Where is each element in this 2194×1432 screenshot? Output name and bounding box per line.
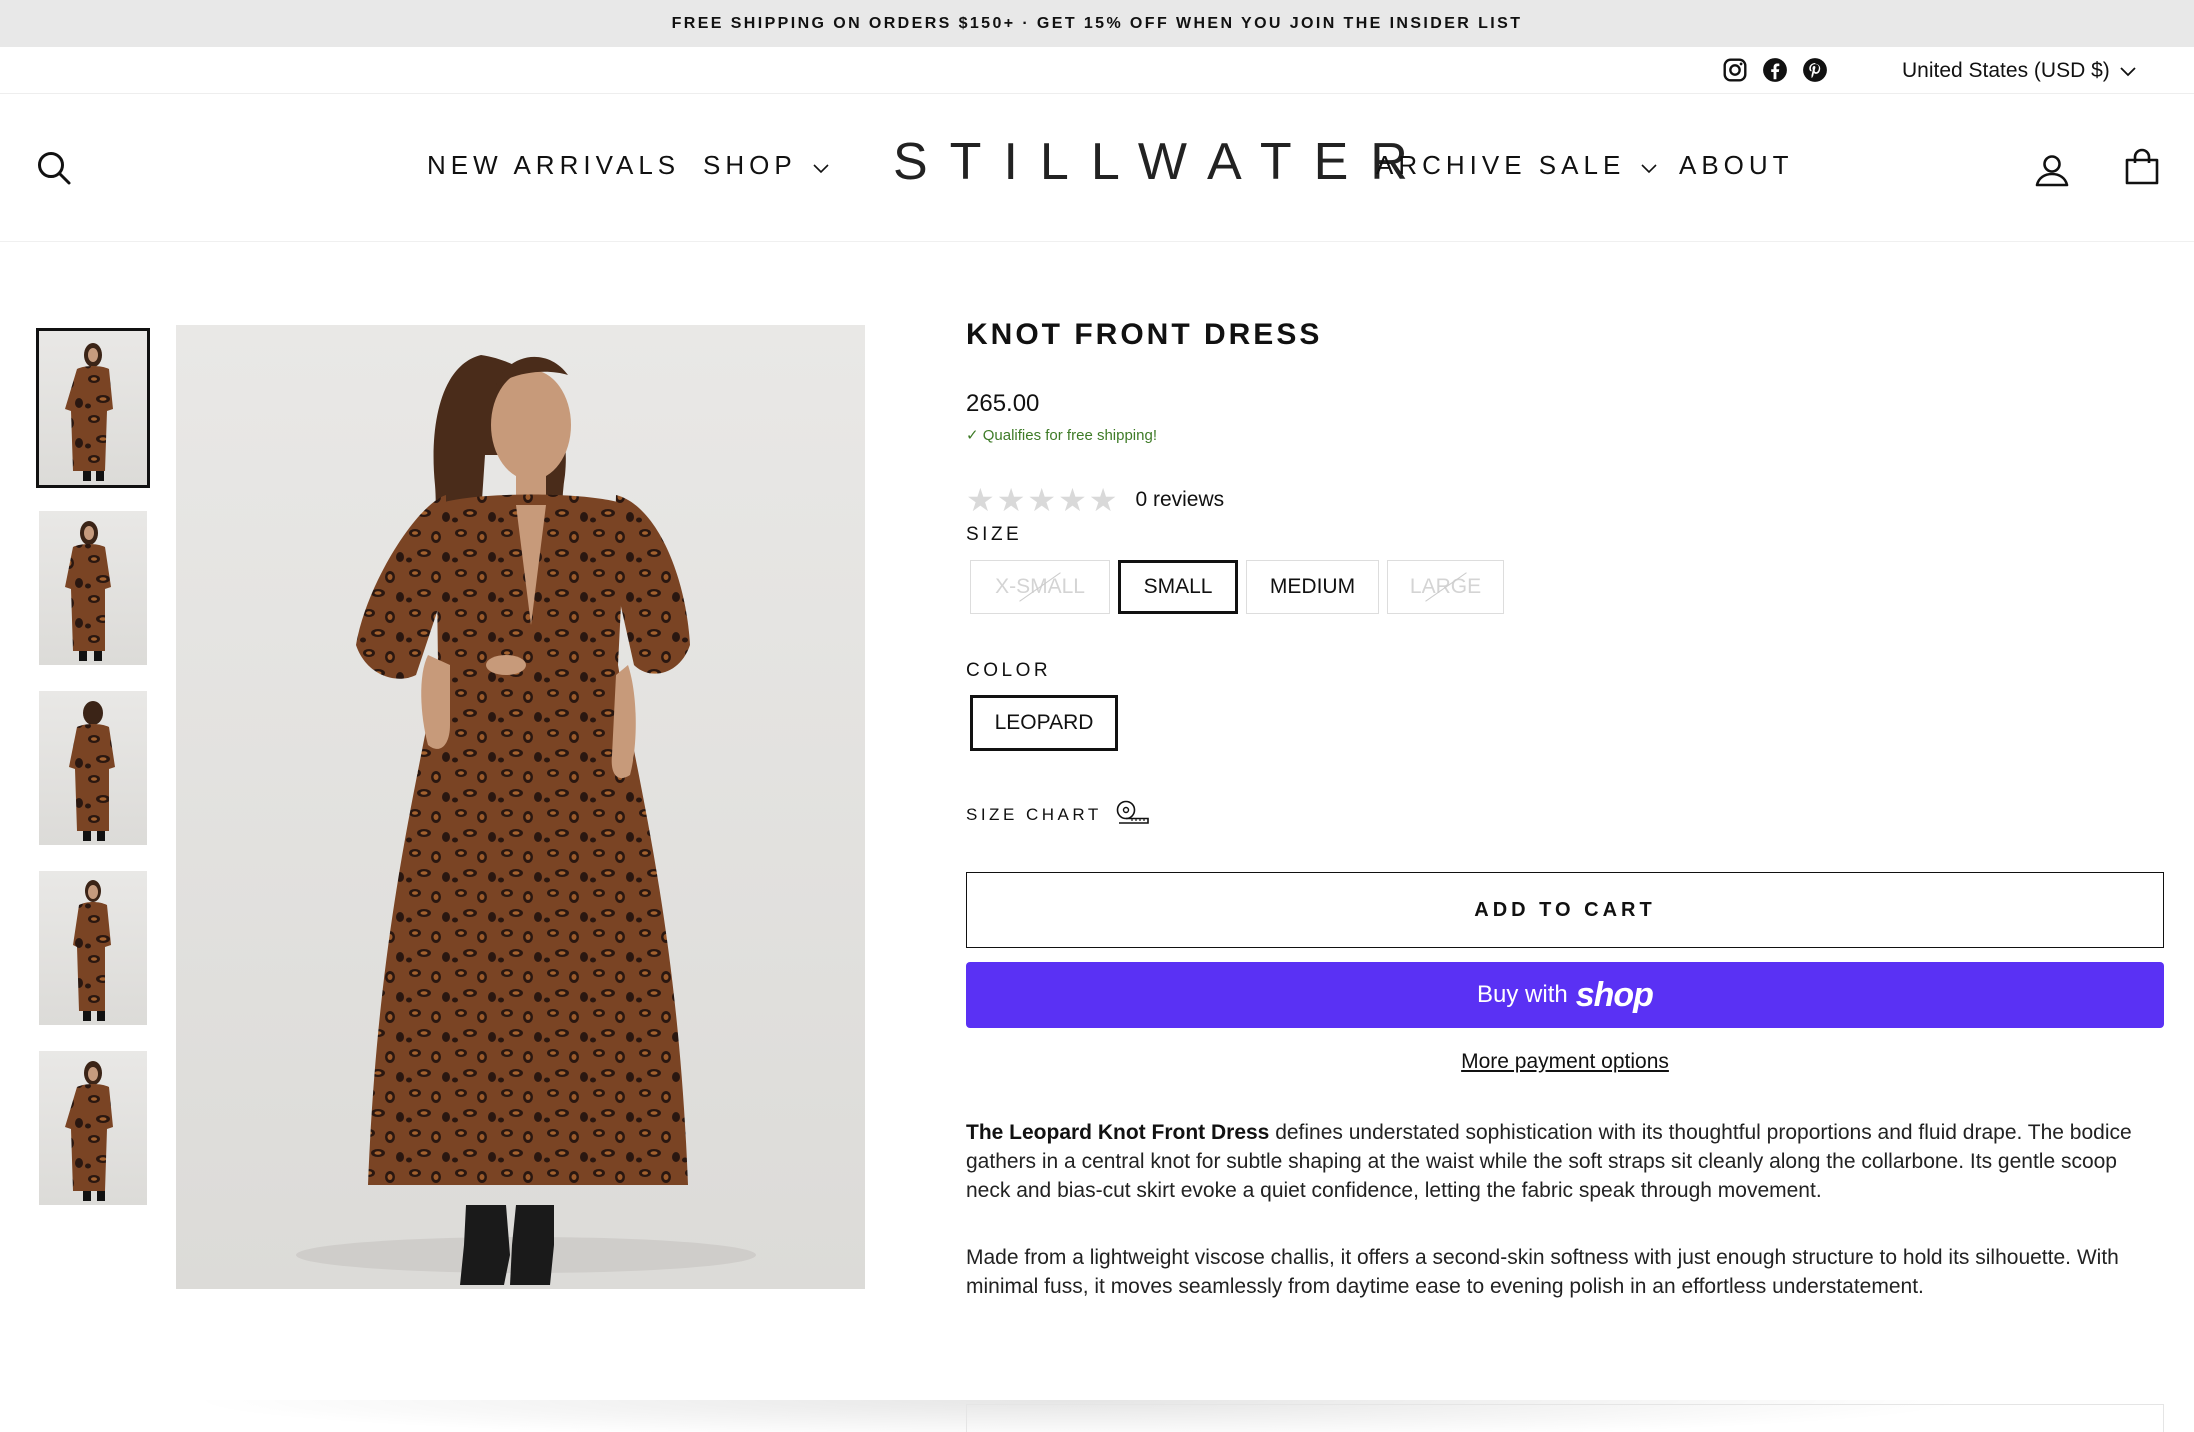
color-label: COLOR: [966, 660, 1052, 681]
nav-shop-label: SHOP: [703, 150, 797, 180]
size-chart-label: SIZE CHART: [966, 804, 1102, 824]
announcement-bar: FREE SHIPPING ON ORDERS $150+ · GET 15% …: [0, 0, 2194, 47]
thumbnail-1[interactable]: [36, 328, 150, 488]
facebook-icon[interactable]: [1762, 57, 1788, 83]
nav-about-label: ABOUT: [1679, 150, 1794, 180]
product-main-image[interactable]: [176, 325, 865, 1289]
size-options: X-SMALL SMALL MEDIUM LARGE: [970, 560, 1504, 614]
size-option-medium[interactable]: MEDIUM: [1246, 560, 1379, 614]
star-icon: ★: [1088, 482, 1118, 518]
star-icon: ★: [1058, 482, 1087, 518]
color-option-leopard[interactable]: LEOPARD: [970, 695, 1118, 751]
search-icon[interactable]: [36, 150, 72, 191]
nav-archive-sale[interactable]: ARCHIVE SALE: [1376, 150, 1657, 181]
nav-new-arrivals[interactable]: NEW ARRIVALS: [427, 150, 680, 181]
more-payment-options: More payment options: [966, 1050, 2164, 1074]
chevron-down-icon: [2120, 59, 2136, 83]
description-highlight: The Leopard Knot Front Dress: [966, 1121, 1270, 1144]
brand-logo[interactable]: STILLWATER: [893, 132, 1430, 192]
accordion-panel[interactable]: [966, 1404, 2164, 1432]
site-header: NEW ARRIVALS SHOP STILLWATER ARCHIVE SAL…: [0, 94, 2194, 242]
nav-shop[interactable]: SHOP: [703, 150, 829, 181]
nav-new-arrivals-label: NEW ARRIVALS: [427, 150, 681, 180]
chevron-down-icon: [1641, 150, 1657, 181]
pinterest-icon[interactable]: [1802, 57, 1828, 83]
star-icon: ★: [966, 482, 995, 518]
measuring-tape-icon: [1116, 800, 1150, 829]
thumbnail-5[interactable]: [36, 1048, 150, 1208]
size-label: SIZE: [966, 524, 1023, 545]
announcement-text: FREE SHIPPING ON ORDERS $150+ · GET 15% …: [671, 14, 1523, 32]
color-options: LEOPARD: [970, 695, 1118, 751]
cart-icon[interactable]: [2124, 148, 2160, 191]
nav-archive-sale-label: ARCHIVE SALE: [1376, 150, 1626, 180]
shipping-note: ✓ Qualifies for free shipping!: [966, 427, 1157, 444]
thumbnail-4[interactable]: [36, 868, 150, 1028]
product-title: KNOT FRONT DRESS: [966, 318, 1323, 351]
instagram-icon[interactable]: [1722, 57, 1748, 83]
star-icon: ★: [996, 482, 1026, 518]
size-chart-link[interactable]: SIZE CHART: [966, 800, 1150, 829]
product-price: 265.00: [966, 390, 1040, 417]
size-option-x-small[interactable]: X-SMALL: [970, 560, 1110, 614]
chevron-down-icon: [813, 150, 829, 181]
review-count: 0 reviews: [1135, 488, 1225, 511]
description-paragraph-2: Made from a lightweight viscose challis,…: [966, 1246, 2119, 1298]
star-icon: ★: [1027, 482, 1057, 518]
thumbnail-2[interactable]: [36, 508, 150, 668]
add-to-cart-button[interactable]: ADD TO CART: [966, 872, 2164, 948]
buy-with-label: Buy with: [1477, 981, 1568, 1008]
nav-about[interactable]: ABOUT: [1679, 150, 1794, 181]
description-paragraph-1: The Leopard Knot Front Dress defines und…: [966, 1118, 2164, 1205]
thumbnail-3[interactable]: [36, 688, 150, 848]
account-icon[interactable]: [2034, 152, 2070, 193]
size-option-large[interactable]: LARGE: [1387, 560, 1504, 614]
social-links: [1722, 57, 1828, 83]
currency-label: United States (USD $): [1902, 59, 2110, 82]
rating[interactable]: ★ ★ ★ ★ ★ 0 reviews: [966, 484, 1224, 516]
more-payment-options-link[interactable]: More payment options: [1461, 1050, 1669, 1073]
shop-pay-logo: shop: [1575, 975, 1654, 1014]
currency-selector[interactable]: United States (USD $): [1902, 59, 2136, 83]
buy-with-shop-button[interactable]: Buy with shop: [966, 962, 2164, 1028]
size-option-small[interactable]: SMALL: [1118, 560, 1238, 614]
utility-bar: United States (USD $): [0, 47, 2194, 94]
